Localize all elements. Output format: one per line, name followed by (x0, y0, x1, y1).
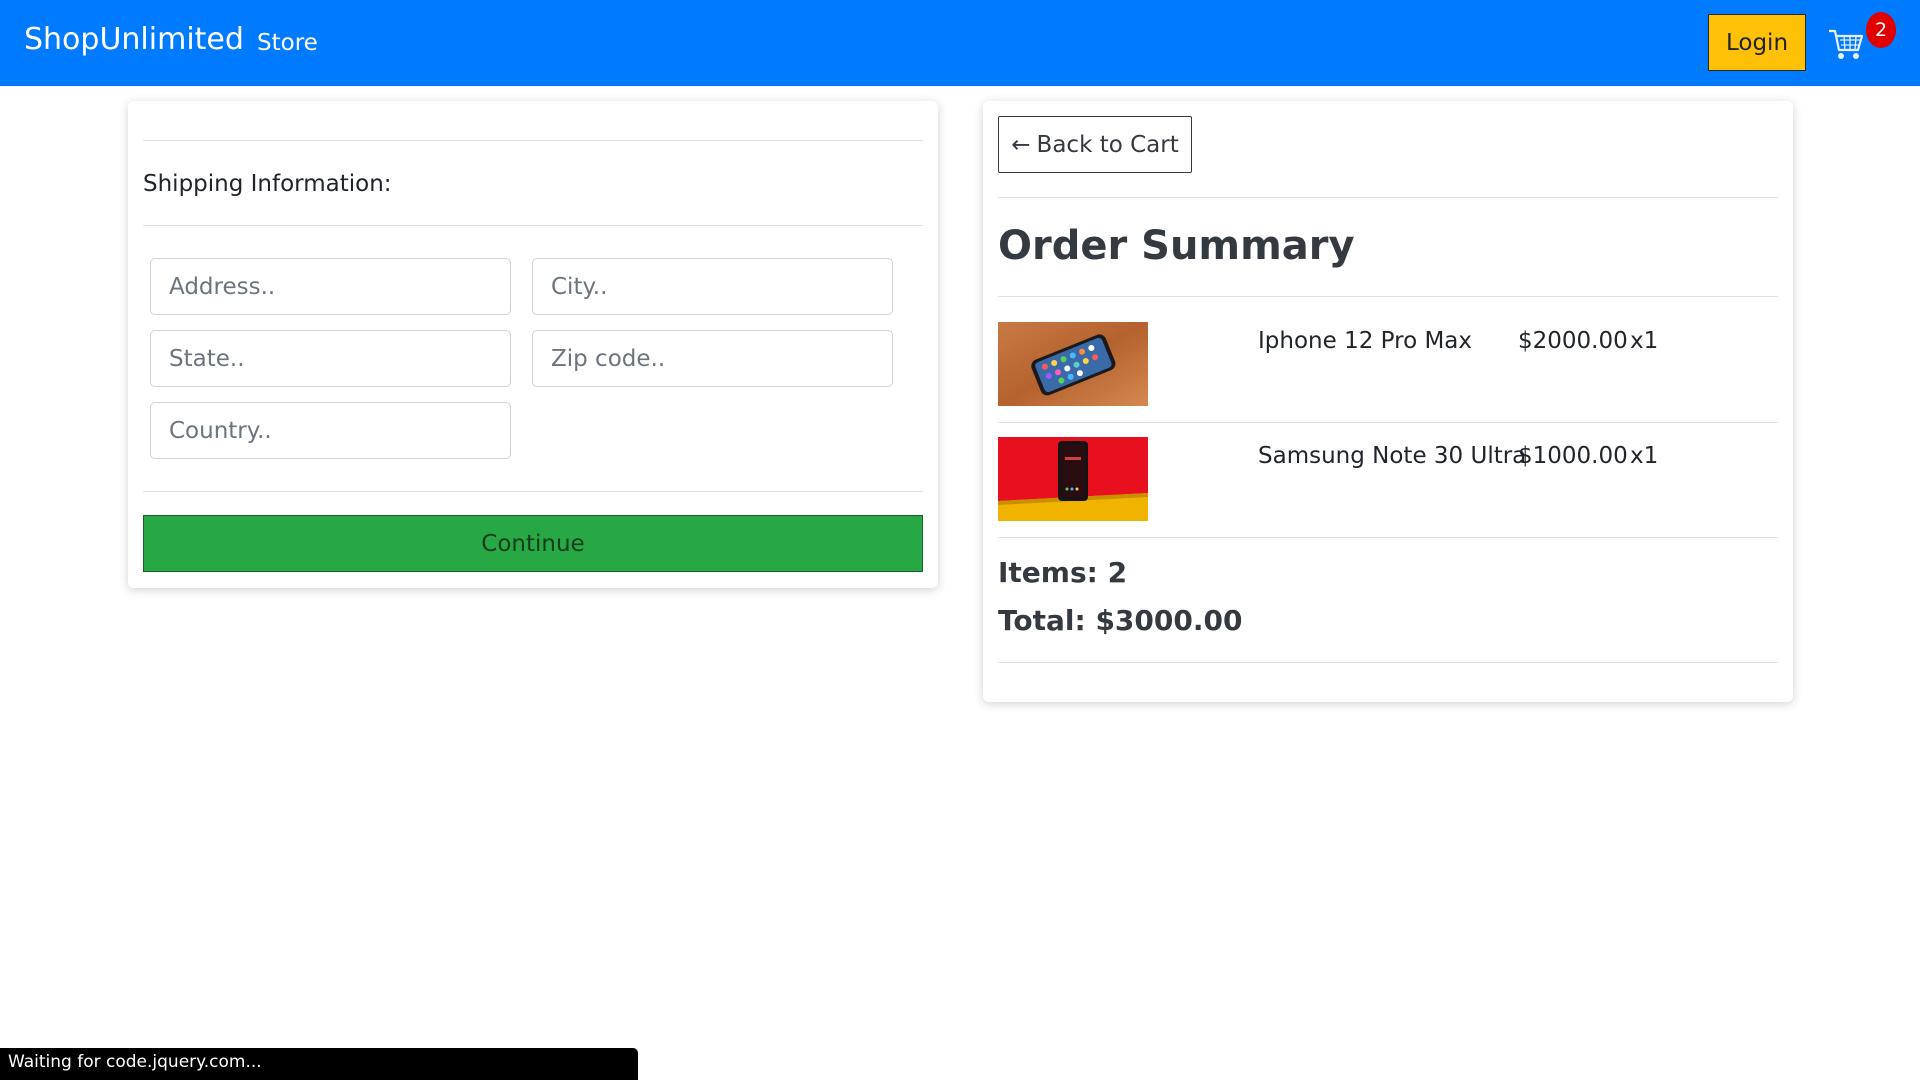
arrow-left-icon: ← (1011, 131, 1031, 158)
state-input[interactable] (150, 330, 511, 387)
order-item-row: Samsung Note 30 Ultra $1000.00 x1 (998, 437, 1778, 552)
city-input[interactable] (532, 258, 893, 315)
top-navbar: ShopUnlimited Store Login 2 (0, 0, 1920, 86)
brand-logo[interactable]: ShopUnlimited (24, 22, 244, 57)
item-quantity: x1 (1630, 443, 1659, 469)
divider (143, 225, 923, 226)
items-count: Items: 2 (998, 556, 1128, 589)
divider (998, 662, 1778, 663)
shipping-heading: Shipping Information: (143, 171, 392, 197)
back-to-cart-label: Back to Cart (1036, 131, 1179, 158)
item-name: Samsung Note 30 Ultra (1258, 443, 1527, 469)
login-button[interactable]: Login (1708, 14, 1806, 71)
order-total: Total: $3000.00 (998, 604, 1243, 637)
order-summary-card: ← Back to Cart Order Summary Iphone 12 P… (983, 101, 1793, 702)
divider (998, 197, 1778, 198)
divider (998, 537, 1778, 538)
nav-link-store[interactable]: Store (257, 30, 318, 56)
zip-code-input[interactable] (532, 330, 893, 387)
divider (998, 422, 1778, 423)
divider (143, 491, 923, 492)
item-quantity: x1 (1630, 328, 1659, 354)
order-summary-title: Order Summary (998, 223, 1355, 269)
continue-button[interactable]: Continue (143, 515, 923, 572)
browser-status-bar: Waiting for code.jquery.com... (0, 1048, 638, 1080)
cart-count-badge: 2 (1866, 12, 1896, 48)
product-thumbnail-iphone (998, 322, 1148, 406)
divider (998, 296, 1778, 297)
order-item-row: Iphone 12 Pro Max $2000.00 x1 (998, 322, 1778, 437)
address-input[interactable] (150, 258, 511, 315)
divider (143, 140, 923, 141)
item-name: Iphone 12 Pro Max (1258, 328, 1472, 354)
cart-icon[interactable] (1828, 28, 1864, 62)
shipping-form-card: Shipping Information: Continue (128, 101, 938, 588)
item-price: $1000.00 (1518, 443, 1628, 469)
country-input[interactable] (150, 402, 511, 459)
back-to-cart-button[interactable]: ← Back to Cart (998, 116, 1192, 173)
product-thumbnail-samsung (998, 437, 1148, 521)
item-price: $2000.00 (1518, 328, 1628, 354)
